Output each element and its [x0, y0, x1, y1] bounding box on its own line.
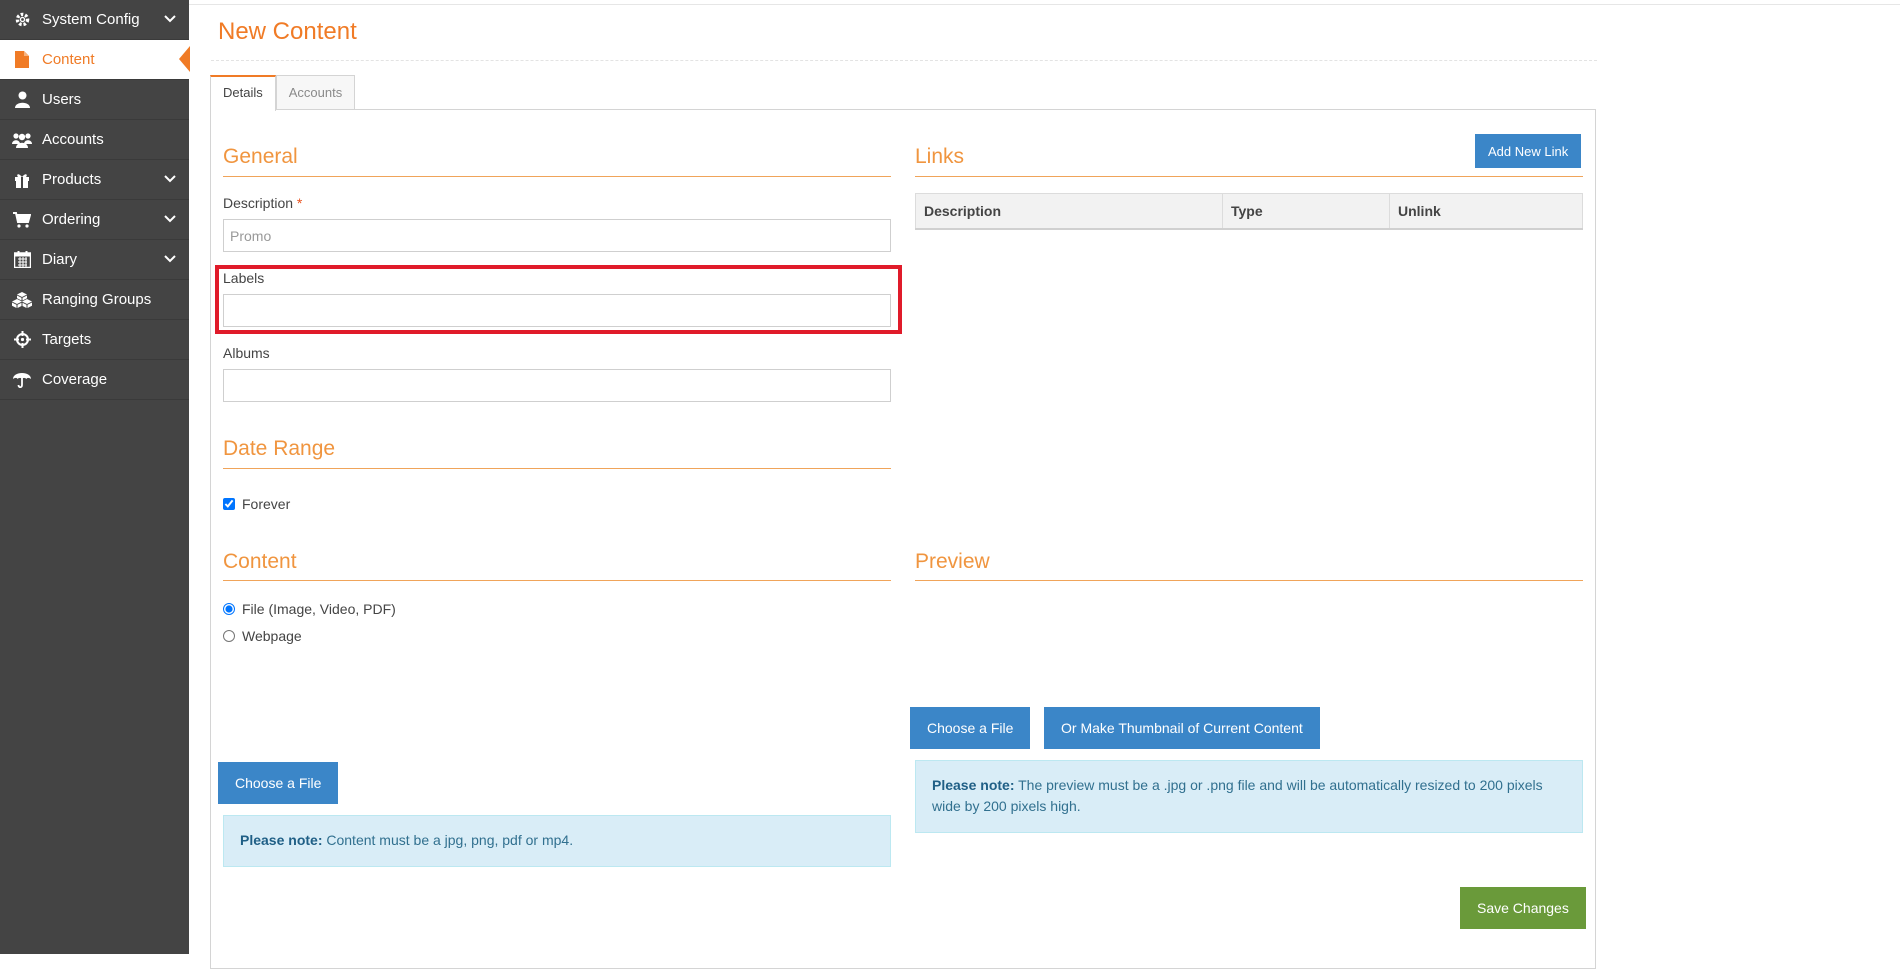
- content-type-webpage-option[interactable]: Webpage: [223, 628, 302, 644]
- sidebar-item-label: Products: [42, 171, 102, 188]
- column-header-type[interactable]: Type: [1222, 193, 1390, 230]
- links-heading: Links: [915, 145, 965, 168]
- make-thumbnail-button[interactable]: Or Make Thumbnail of Current Content: [1044, 707, 1320, 749]
- document-icon: [12, 50, 32, 70]
- sidebar-item-ordering[interactable]: Ordering: [0, 200, 189, 240]
- chevron-down-icon: [163, 12, 177, 26]
- webpage-radio[interactable]: [223, 630, 235, 642]
- description-input[interactable]: [223, 219, 891, 252]
- sidebar-item-label: Content: [42, 51, 95, 68]
- forever-label: Forever: [242, 496, 291, 512]
- webpage-option-label: Webpage: [242, 628, 302, 644]
- sidebar-item-system-config[interactable]: System Config: [0, 0, 189, 40]
- preview-divider: [915, 580, 1583, 581]
- sidebar-item-content[interactable]: Content: [0, 40, 190, 80]
- sidebar-item-coverage[interactable]: Coverage: [0, 360, 189, 400]
- sidebar-item-label: System Config: [42, 11, 140, 28]
- cubes-icon: [12, 290, 32, 310]
- page-title: New Content: [218, 18, 357, 45]
- sidebar-item-ranging-groups[interactable]: Ranging Groups: [0, 280, 189, 320]
- date-range-divider: [223, 468, 891, 469]
- description-label: Description *: [223, 195, 302, 211]
- albums-input[interactable]: [223, 369, 891, 402]
- column-header-description[interactable]: Description: [915, 193, 1223, 230]
- chevron-down-icon: [163, 172, 177, 186]
- sidebar-item-label: Diary: [42, 251, 78, 268]
- chevron-down-icon: [163, 252, 177, 266]
- preview-note-text: The preview must be a .jpg or .png file …: [932, 777, 1543, 814]
- cart-icon: [12, 210, 32, 230]
- sidebar: System Config Content Users Accounts Pro…: [0, 0, 190, 954]
- top-border: [189, 0, 1900, 5]
- sidebar-item-targets[interactable]: Targets: [0, 320, 189, 360]
- sidebar-item-accounts[interactable]: Accounts: [0, 120, 189, 160]
- content-note: Please note: Content must be a jpg, png,…: [223, 815, 891, 867]
- forever-option[interactable]: Forever: [223, 496, 290, 512]
- general-divider: [223, 176, 891, 177]
- labels-input[interactable]: [223, 294, 891, 327]
- sidebar-item-label: Targets: [42, 331, 92, 348]
- sidebar-item-label: Ranging Groups: [42, 291, 152, 308]
- choose-content-file-button[interactable]: Choose a File: [218, 762, 339, 804]
- add-new-link-button[interactable]: Add New Link: [1475, 134, 1582, 168]
- tab-details[interactable]: Details: [210, 75, 276, 111]
- sidebar-item-label: Accounts: [42, 131, 104, 148]
- choose-preview-file-button[interactable]: Choose a File: [910, 707, 1031, 749]
- preview-note: Please note: The preview must be a .jpg …: [915, 760, 1583, 833]
- sidebar-item-label: Coverage: [42, 371, 108, 388]
- links-divider: [915, 176, 1583, 177]
- content-note-text: Content must be a jpg, png, pdf or mp4.: [326, 832, 574, 848]
- required-marker: *: [296, 195, 303, 211]
- tab-bar: Details Accounts: [210, 75, 356, 111]
- description-label-text: Description: [223, 195, 294, 211]
- date-range-heading: Date Range: [223, 437, 336, 460]
- forever-checkbox[interactable]: [223, 498, 235, 510]
- albums-label: Albums: [223, 345, 270, 361]
- sidebar-item-label: Ordering: [42, 211, 101, 228]
- content-type-file-option[interactable]: File (Image, Video, PDF): [223, 601, 396, 617]
- general-heading: General: [223, 145, 298, 168]
- file-option-label: File (Image, Video, PDF): [242, 601, 396, 617]
- umbrella-icon: [12, 370, 32, 390]
- save-changes-button[interactable]: Save Changes: [1460, 887, 1586, 929]
- tab-accounts[interactable]: Accounts: [275, 75, 356, 109]
- sidebar-item-users[interactable]: Users: [0, 80, 189, 120]
- links-table: Description Type Unlink: [915, 193, 1583, 230]
- sidebar-item-diary[interactable]: Diary: [0, 240, 189, 280]
- file-radio[interactable]: [223, 603, 235, 615]
- crosshair-icon: [12, 330, 32, 350]
- sidebar-item-label: Users: [42, 91, 82, 108]
- gear-icon: [12, 10, 32, 30]
- column-header-unlink[interactable]: Unlink: [1389, 193, 1583, 230]
- chevron-down-icon: [163, 212, 177, 226]
- users-group-icon: [12, 130, 32, 150]
- user-icon: [12, 90, 32, 110]
- content-heading: Content: [223, 550, 297, 573]
- calendar-icon: [12, 250, 32, 270]
- content-divider: [223, 580, 891, 581]
- gift-icon: [12, 170, 32, 190]
- title-divider: [211, 60, 1597, 61]
- content-note-bold: Please note:: [240, 832, 323, 848]
- preview-note-bold: Please note:: [932, 777, 1015, 793]
- labels-label: Labels: [223, 270, 265, 286]
- preview-heading: Preview: [915, 550, 990, 573]
- sidebar-item-products[interactable]: Products: [0, 160, 189, 200]
